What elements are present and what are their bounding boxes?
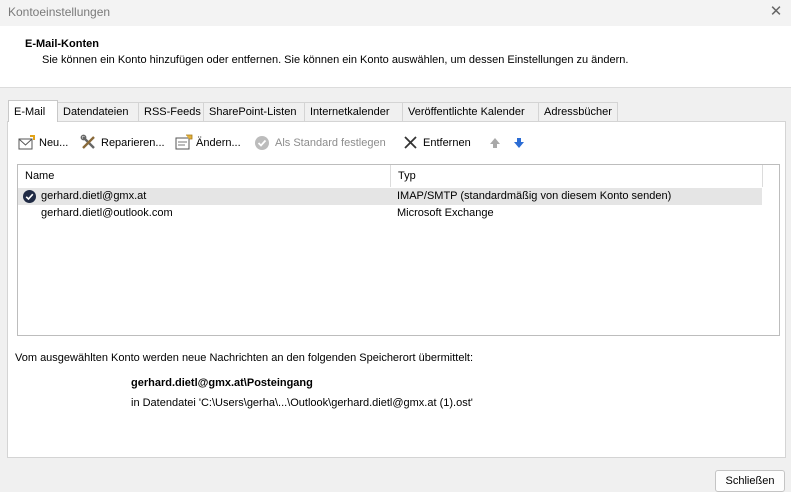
account-type: IMAP/SMTP (standardmäßig von diesem Kont… bbox=[397, 190, 672, 202]
new-mail-icon bbox=[18, 134, 36, 152]
dialog-header: E-Mail-Konten Sie können ein Konto hinzu… bbox=[0, 26, 791, 88]
account-list[interactable]: Name Typ gerhard.dietl@gmx.at IMAP/SMTP … bbox=[17, 164, 780, 336]
change-button-label: Ändern... bbox=[196, 137, 241, 149]
set-default-button-label: Als Standard festlegen bbox=[275, 137, 386, 149]
new-button-label: Neu... bbox=[39, 137, 69, 149]
arrow-down-icon bbox=[510, 134, 528, 152]
tab-sharepoint-listen[interactable]: SharePoint-Listen bbox=[203, 102, 305, 122]
new-button[interactable]: Neu... bbox=[18, 132, 68, 154]
tools-icon bbox=[80, 134, 98, 152]
remove-button[interactable]: Entfernen bbox=[402, 132, 471, 154]
change-button[interactable]: Ändern... bbox=[175, 132, 241, 154]
tab-datendateien[interactable]: Datendateien bbox=[57, 102, 139, 122]
header-title: E-Mail-Konten bbox=[25, 38, 99, 50]
default-account-check-icon bbox=[23, 190, 36, 203]
tab-email[interactable]: E-Mail bbox=[8, 100, 58, 122]
toolbar: Neu... Reparieren... Ändern... Als Stand… bbox=[16, 132, 776, 156]
account-name: gerhard.dietl@outlook.com bbox=[41, 207, 173, 219]
check-circle-icon bbox=[254, 134, 272, 152]
repair-button[interactable]: Reparieren... bbox=[80, 132, 165, 154]
column-header-type[interactable]: Typ bbox=[391, 165, 761, 187]
title-bar: Kontoeinstellungen ✕ bbox=[0, 0, 791, 26]
set-default-button[interactable]: Als Standard festlegen bbox=[254, 132, 386, 154]
table-row[interactable]: gerhard.dietl@gmx.at IMAP/SMTP (standard… bbox=[18, 188, 762, 205]
delivery-datafile: in Datendatei 'C:\Users\gerha\...\Outloo… bbox=[131, 397, 473, 409]
column-header-name[interactable]: Name bbox=[18, 165, 390, 187]
account-type: Microsoft Exchange bbox=[397, 207, 494, 219]
tab-rss-feeds[interactable]: RSS-Feeds bbox=[138, 102, 204, 122]
arrow-up-icon bbox=[486, 134, 504, 152]
header-subtitle: Sie können ein Konto hinzufügen oder ent… bbox=[42, 54, 629, 66]
column-divider bbox=[762, 165, 763, 187]
tab-veroeffentlichte-kalender[interactable]: Veröffentlichte Kalender bbox=[402, 102, 539, 122]
close-button[interactable]: Schließen bbox=[715, 470, 785, 492]
table-row[interactable]: gerhard.dietl@outlook.com Microsoft Exch… bbox=[18, 205, 762, 222]
repair-button-label: Reparieren... bbox=[101, 137, 165, 149]
delivery-folder: gerhard.dietl@gmx.at\Posteingang bbox=[131, 377, 313, 389]
window-title: Kontoeinstellungen bbox=[8, 5, 111, 19]
remove-button-label: Entfernen bbox=[423, 137, 471, 149]
change-account-icon bbox=[175, 134, 193, 152]
delivery-description: Vom ausgewählten Konto werden neue Nachr… bbox=[15, 352, 474, 364]
close-icon[interactable]: ✕ bbox=[767, 3, 785, 21]
account-name: gerhard.dietl@gmx.at bbox=[41, 190, 147, 202]
move-down-button[interactable] bbox=[510, 132, 531, 154]
tab-internetkalender[interactable]: Internetkalender bbox=[304, 102, 403, 122]
tab-adressbuecher[interactable]: Adressbücher bbox=[538, 102, 618, 122]
move-up-button[interactable] bbox=[486, 132, 507, 154]
remove-x-icon bbox=[402, 134, 420, 152]
